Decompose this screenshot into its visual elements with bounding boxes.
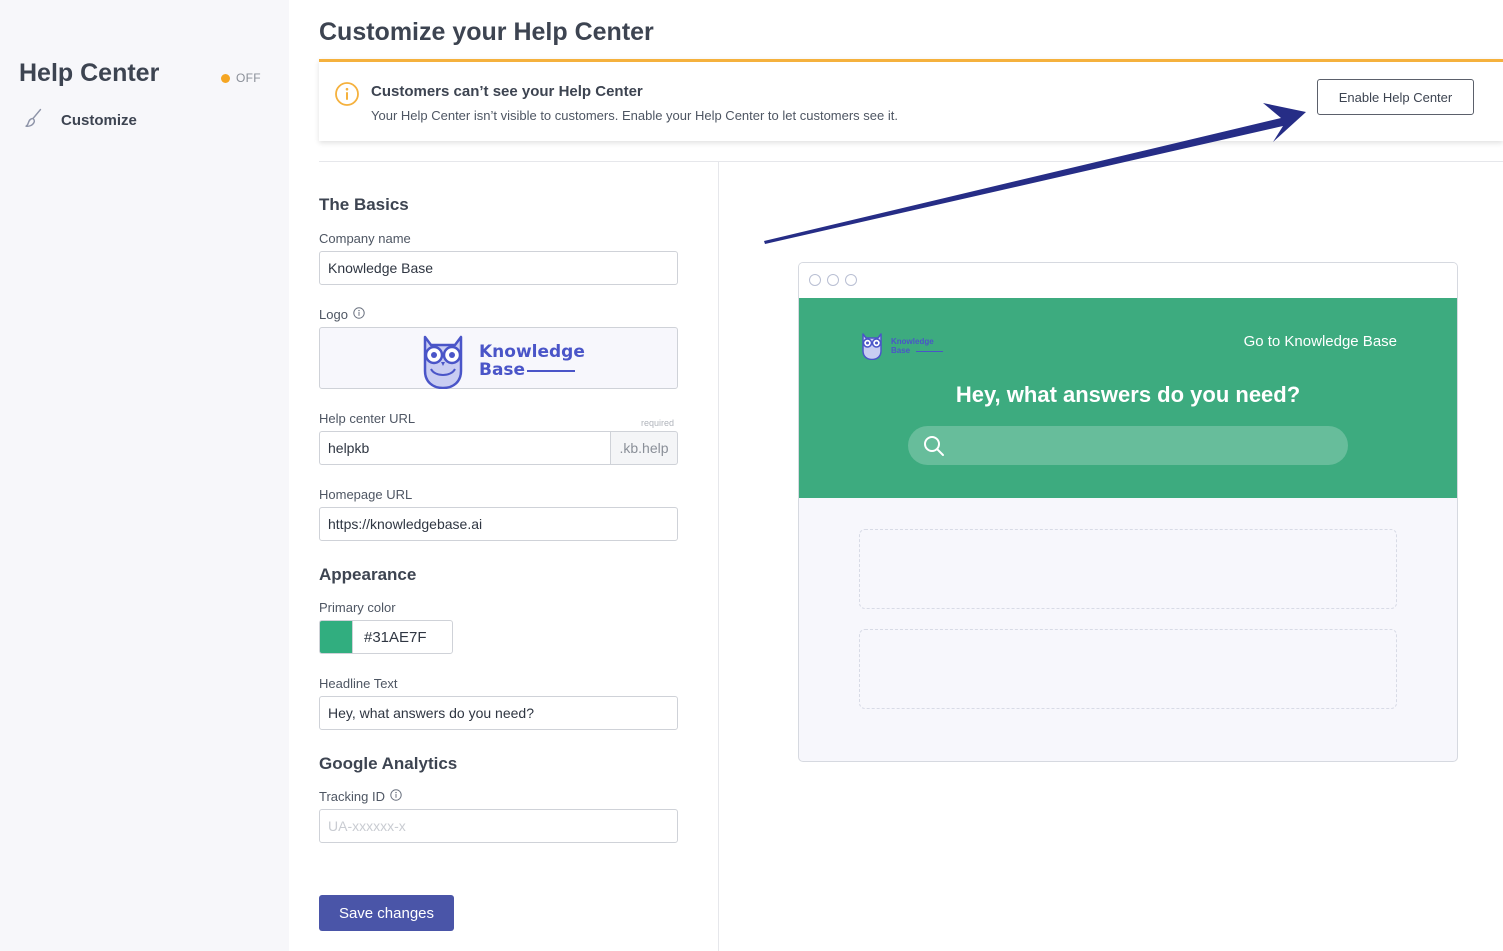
headline-input[interactable]	[319, 696, 678, 730]
info-icon	[334, 81, 360, 112]
status-indicator: OFF	[221, 71, 261, 85]
homepage-url-label-text: Homepage URL	[319, 487, 413, 502]
browser-dot	[809, 274, 821, 286]
section-title-appearance: Appearance	[319, 565, 417, 584]
preview-search-bar[interactable]	[908, 426, 1348, 465]
headline-label-text: Headline Text	[319, 676, 398, 691]
sidebar-item-label: Customize	[61, 112, 137, 129]
logo-underline	[527, 370, 575, 372]
preview-logo-line1: Knowledge	[891, 337, 934, 346]
visibility-alert: Customers can’t see your Help Center You…	[319, 59, 1503, 141]
search-icon	[923, 435, 945, 462]
primary-color-label: Primary color	[319, 600, 396, 615]
placeholder-card	[859, 529, 1397, 609]
section-title-basics: The Basics	[319, 195, 409, 214]
tracking-id-input[interactable]	[319, 809, 678, 843]
help-url-label: Help center URL	[319, 411, 415, 426]
company-name-label: Company name	[319, 231, 411, 246]
logo-text-line1: Knowledge	[479, 342, 585, 362]
primary-color-label-text: Primary color	[319, 600, 396, 615]
primary-color-input[interactable]	[352, 620, 453, 654]
browser-dot	[827, 274, 839, 286]
go-to-knowledge-base-link[interactable]: Go to Knowledge Base	[1244, 333, 1397, 350]
tracking-id-label: Tracking ID	[319, 789, 402, 804]
color-swatch[interactable]	[319, 620, 353, 654]
tracking-id-label-text: Tracking ID	[319, 789, 385, 804]
info-circle-icon[interactable]	[390, 789, 402, 804]
sidebar-title: Help Center	[19, 59, 160, 87]
column-divider	[718, 162, 719, 951]
company-name-label-text: Company name	[319, 231, 411, 246]
logo-upload[interactable]: Knowledge Base	[319, 327, 678, 390]
browser-bar	[799, 263, 1457, 298]
logo-label: Logo	[319, 307, 365, 322]
preview-hero: Knowledge Base Go to Knowledge Base Hey,…	[799, 298, 1457, 498]
placeholder-card	[859, 629, 1397, 709]
logo-label-text: Logo	[319, 307, 348, 322]
preview-owl-logo-icon	[859, 330, 885, 365]
required-hint: required	[641, 418, 675, 428]
preview-logo-line2: Base	[891, 346, 911, 355]
homepage-url-label: Homepage URL	[319, 487, 412, 502]
help-center-preview: Knowledge Base Go to Knowledge Base Hey,…	[798, 262, 1458, 762]
save-changes-button[interactable]: Save changes	[319, 895, 454, 931]
owl-logo-icon	[417, 329, 469, 394]
logo-text-line2: Base	[479, 360, 526, 380]
paintbrush-icon	[25, 108, 43, 133]
enable-help-center-button[interactable]: Enable Help Center	[1317, 79, 1474, 115]
alert-text: Your Help Center isn’t visible to custom…	[371, 108, 898, 123]
section-title-analytics: Google Analytics	[319, 754, 458, 773]
help-url-input[interactable]	[319, 431, 611, 465]
headline-label: Headline Text	[319, 676, 398, 691]
info-circle-icon[interactable]	[353, 307, 365, 322]
homepage-url-input[interactable]	[319, 507, 678, 541]
help-url-suffix: .kb.help	[610, 431, 678, 465]
status-label: OFF	[236, 71, 261, 85]
preview-headline: Hey, what answers do you need?	[955, 382, 1301, 407]
browser-dot	[845, 274, 857, 286]
company-name-input[interactable]	[319, 251, 678, 285]
sidebar-item-customize[interactable]: Customize	[25, 108, 137, 133]
help-url-label-text: Help center URL	[319, 411, 416, 426]
page-title: Customize your Help Center	[319, 18, 654, 46]
divider	[319, 161, 1503, 162]
status-dot	[221, 73, 230, 83]
sidebar: Help Center OFF Customize	[0, 0, 289, 951]
preview-logo-underline	[916, 351, 943, 352]
alert-title: Customers can’t see your Help Center	[371, 83, 643, 100]
